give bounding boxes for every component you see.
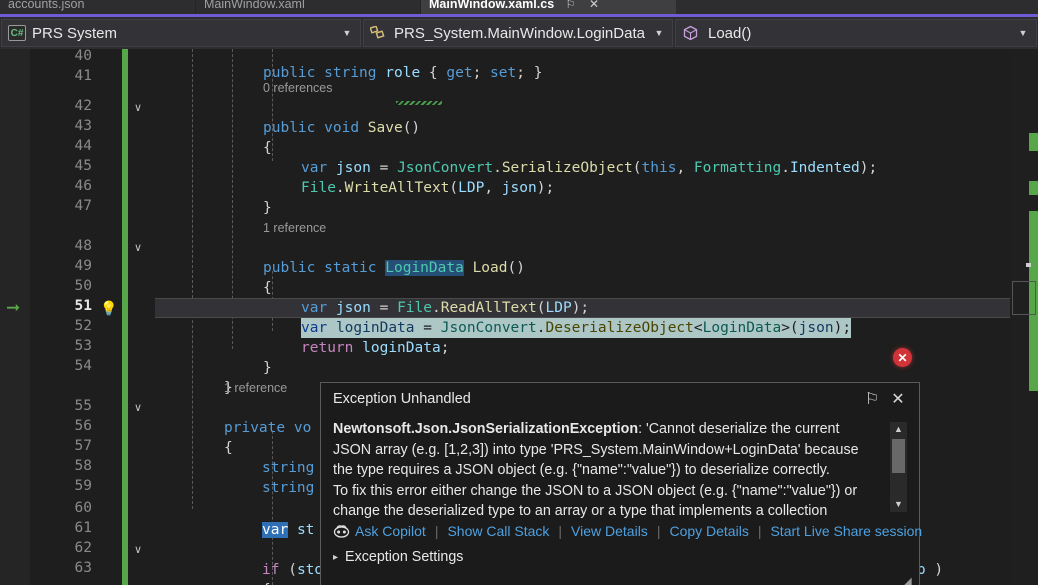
exception-helper-popup[interactable]: Exception Unhandled ⚐ ✕ Newtonsoft.Json.…: [320, 382, 922, 585]
close-icon[interactable]: ✕: [885, 386, 911, 412]
change-marker: [1029, 181, 1038, 195]
member-dropdown[interactable]: Load() ▼: [675, 19, 1037, 47]
scroll-down-icon[interactable]: ▼: [890, 497, 907, 512]
ask-copilot-link[interactable]: Ask Copilot: [355, 523, 426, 539]
exception-settings-label: Exception Settings: [345, 549, 464, 565]
tab-label: MainWindow.xaml.cs: [429, 0, 555, 11]
project-dropdown-label: PRS System: [32, 24, 118, 42]
tab-label: MainWindow.xaml: [204, 0, 305, 11]
code-line-42: public void Save(): [263, 120, 421, 136]
type-dropdown[interactable]: PRS_System.MainWindow.LoginData ▼: [363, 19, 673, 47]
codelens-references[interactable]: 0 references: [263, 78, 332, 98]
separator: |: [558, 523, 563, 539]
code-line-50: var json = File.ReadAllText(LDP);: [301, 300, 590, 316]
code-line-51: var loginData = JsonConvert.DeserializeO…: [301, 318, 852, 338]
chevron-right-icon: ▸: [333, 551, 339, 563]
code-line-54: }: [224, 380, 233, 396]
separator: |: [656, 523, 661, 539]
copy-details-link[interactable]: Copy Details: [669, 523, 748, 539]
codelens-references[interactable]: 1 reference: [263, 218, 326, 238]
member-dropdown-label: Load(): [708, 24, 752, 42]
change-marker: [1029, 133, 1038, 151]
document-tab-strip: accounts.json MainWindow.xaml MainWindow…: [0, 0, 1038, 14]
tab-mainwindow-xaml[interactable]: MainWindow.xaml: [196, 0, 421, 14]
exception-type: Newtonsoft.Json.JsonSerializationExcepti…: [333, 421, 639, 437]
editor-scrollbar[interactable]: [1010, 49, 1038, 585]
start-live-share-link[interactable]: Start Live Share session: [770, 523, 922, 539]
exception-message: Newtonsoft.Json.JsonSerializationExcepti…: [333, 419, 907, 481]
scrollbar-thumb[interactable]: [1012, 281, 1036, 315]
navigation-bar: C# PRS System ▼ PRS_System.MainWindow.Lo…: [0, 17, 1038, 49]
exception-popup-header: Exception Unhandled ⚐ ✕: [321, 383, 919, 415]
pin-icon[interactable]: ⚐: [566, 0, 576, 11]
chevron-down-icon: ▼: [1018, 28, 1028, 38]
code-line-43: {: [263, 140, 272, 156]
pin-icon[interactable]: ⚐: [859, 386, 885, 412]
exception-message-fix: To fix this error either change the JSON…: [333, 482, 858, 520]
code-line-45: File.WriteAllText(LDP, json);: [301, 180, 555, 196]
type-dropdown-label: PRS_System.MainWindow.LoginData: [394, 24, 645, 42]
exception-actions: Ask Copilot | Show Call Stack | View Det…: [333, 523, 922, 539]
exception-message-area: Newtonsoft.Json.JsonSerializationExcepti…: [333, 419, 907, 519]
copilot-icon: [333, 524, 350, 538]
separator: |: [434, 523, 439, 539]
code-line-49: {: [263, 280, 272, 296]
chevron-down-icon: ▼: [654, 28, 664, 38]
resize-grip-icon[interactable]: ◢: [904, 577, 916, 585]
scroll-up-icon[interactable]: ▲: [890, 422, 907, 437]
exception-popup-title: Exception Unhandled: [333, 391, 471, 407]
code-line-44: var json = JsonConvert.SerializeObject(t…: [301, 160, 878, 176]
tab-accounts-json[interactable]: accounts.json: [0, 0, 196, 14]
code-line-46: }: [263, 200, 272, 216]
csharp-icon: C#: [8, 25, 26, 41]
code-line-48: public static LoginData Load(): [263, 260, 525, 276]
scrollbar-thumb[interactable]: [892, 439, 905, 473]
codelens-references[interactable]: 1 reference: [224, 378, 287, 398]
error-icon[interactable]: ✕: [893, 348, 912, 367]
tab-mainwindow-xaml-cs[interactable]: MainWindow.xaml.cs ⚐ ✕: [421, 0, 676, 14]
caret-position-marker: [1026, 263, 1031, 267]
show-call-stack-link[interactable]: Show Call Stack: [447, 523, 549, 539]
chevron-down-icon: ▼: [342, 28, 352, 38]
tab-label: accounts.json: [8, 0, 85, 11]
code-editor[interactable]: ➞ 💡 40 41 42 43 44 45 46 47 48 49 50 51 …: [0, 49, 1038, 585]
method-cube-icon: [682, 25, 702, 41]
visual-studio-window: accounts.json MainWindow.xaml MainWindow…: [0, 0, 1038, 585]
close-icon[interactable]: ✕: [589, 0, 599, 11]
project-dropdown[interactable]: C# PRS System ▼: [1, 19, 361, 47]
exception-scrollbar[interactable]: ▲ ▼: [890, 422, 907, 512]
exception-settings-toggle[interactable]: ▸ Exception Settings: [333, 549, 907, 565]
code-line-40: public string role { get; set; }: [263, 65, 543, 81]
separator: |: [757, 523, 762, 539]
struct-icon: [370, 26, 388, 40]
view-details-link[interactable]: View Details: [571, 523, 648, 539]
code-line-53: }: [263, 360, 272, 376]
